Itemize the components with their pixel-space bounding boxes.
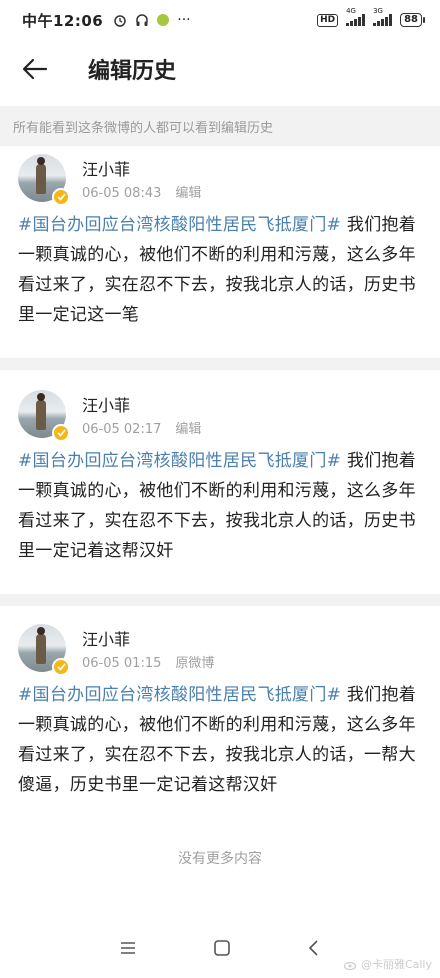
app-notification-icon — [157, 14, 170, 26]
hd-icon: HD — [317, 13, 339, 27]
battery-icon: 88 — [400, 13, 425, 27]
title-bar: 编辑历史 — [0, 40, 440, 98]
post-time: 06-05 02:17 — [82, 422, 162, 437]
post-text: #国台办回应台湾核酸阳性居民飞抵厦门# 我们抱着一颗真诚的心，被他们不断的利用和… — [0, 210, 440, 330]
home-square-icon[interactable] — [213, 939, 231, 957]
topic-link[interactable]: #国台办回应台湾核酸阳性居民飞抵厦门# — [18, 685, 341, 705]
watermark-text: @卡丽雅Cally — [360, 958, 432, 971]
edit-tag: 编辑 — [175, 422, 202, 437]
status-time: 中午12:06 — [22, 11, 104, 30]
headphones-icon — [136, 14, 148, 26]
menu-icon[interactable] — [119, 940, 137, 956]
back-button[interactable] — [0, 40, 70, 98]
verified-badge-icon — [52, 658, 70, 676]
weibo-logo-icon — [343, 961, 357, 970]
post-meta: 06-05 01:15 原微博 — [82, 652, 214, 671]
username[interactable]: 汪小菲 — [82, 156, 130, 180]
history-item: 汪小菲 06-05 08:43 编辑 #国台办回应台湾核酸阳性居民飞抵厦门# 我们… — [0, 150, 440, 330]
no-more-label: 没有更多内容 — [178, 851, 262, 867]
page-title: 编辑历史 — [88, 59, 177, 84]
visibility-notice: 所有能看到这条微博的人都可以看到编辑历史 — [0, 106, 440, 146]
post-time: 06-05 01:15 — [82, 656, 162, 671]
signal-4g-icon: 4G — [346, 7, 366, 26]
history-item: 汪小菲 06-05 01:15 原微博 #国台办回应台湾核酸阳性居民飞抵厦门# 我… — [0, 620, 440, 800]
edit-tag: 编辑 — [175, 186, 202, 201]
verified-badge-icon — [52, 424, 70, 442]
original-tag: 原微博 — [175, 656, 215, 671]
username[interactable]: 汪小菲 — [82, 626, 130, 650]
more-dots-icon: ··· — [177, 12, 191, 28]
divider — [0, 594, 440, 606]
post-text: #国台办回应台湾核酸阳性居民飞抵厦门# 我们抱着一颗真诚的心，被他们不断的利用和… — [0, 446, 440, 566]
history-item: 汪小菲 06-05 02:17 编辑 #国台办回应台湾核酸阳性居民飞抵厦门# 我们… — [0, 386, 440, 566]
post-text: #国台办回应台湾核酸阳性居民飞抵厦门# 我们抱着一颗真诚的心，被他们不断的利用和… — [0, 680, 440, 800]
alarm-icon — [114, 15, 126, 27]
chevron-left-icon[interactable] — [307, 939, 321, 957]
arrow-left-icon — [22, 58, 48, 80]
topic-link[interactable]: #国台办回应台湾核酸阳性居民飞抵厦门# — [18, 451, 341, 471]
verified-badge-icon — [52, 188, 70, 206]
post-meta: 06-05 02:17 编辑 — [82, 418, 201, 437]
post-meta: 06-05 08:43 编辑 — [82, 182, 201, 201]
watermark: @卡丽雅Cally — [343, 956, 432, 972]
divider — [0, 358, 440, 370]
post-time: 06-05 08:43 — [82, 186, 162, 201]
status-bar: 中午12:06 ··· HD 4G 3G 88 — [0, 0, 440, 40]
topic-link[interactable]: #国台办回应台湾核酸阳性居民飞抵厦门# — [18, 215, 341, 235]
signal-3g-icon: 3G — [373, 7, 393, 26]
username[interactable]: 汪小菲 — [82, 392, 130, 416]
